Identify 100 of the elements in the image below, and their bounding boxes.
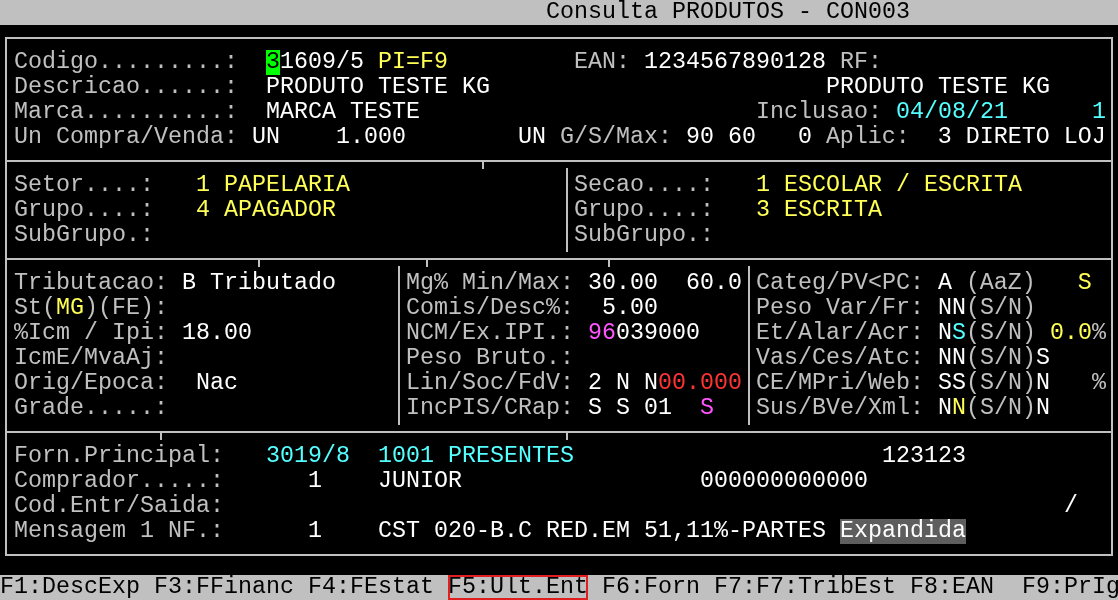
field-value: Nac (195, 371, 238, 396)
field-value: 90 60 (685, 125, 756, 150)
field-value: 1 (1091, 100, 1106, 125)
field-label: % (1091, 371, 1106, 396)
field-label: SubGrupo.: (573, 223, 714, 248)
field-label: (S/N) (965, 321, 1036, 346)
function-key[interactable]: F1:DescExp (0, 575, 140, 600)
field-label: )(FE): (84, 296, 168, 321)
field-label: Descricao......: (14, 75, 238, 100)
field-value: 039000 (615, 321, 700, 346)
field-value: S S 01 (587, 396, 672, 421)
field-label: Aplic: (825, 125, 910, 150)
field-label: Sus/BVe/Xml: (755, 396, 924, 421)
field-label: SubGrupo.: (14, 223, 154, 248)
field-value: 1 (307, 519, 322, 544)
field-label: Setor....: (14, 173, 154, 198)
field-value: 000000000000 (699, 469, 868, 494)
field-value: 123123 (881, 444, 966, 469)
field-value: S (699, 396, 714, 421)
function-key[interactable]: F4:FEstat (307, 575, 434, 600)
field-value: 00.000 (657, 371, 742, 396)
field-label: IcmE/MvaAj: (14, 346, 168, 371)
field-label: Forn.Principal: (14, 444, 224, 469)
field-value: 3 DIRETO LOJ (937, 125, 1106, 150)
field-label: Grupo....: (573, 198, 714, 223)
field-label: Comprador.....: (14, 469, 224, 494)
field-value: MARCA TESTE (265, 100, 420, 125)
field-value: 1 (307, 469, 322, 494)
field-value: N (1035, 396, 1050, 421)
function-key[interactable]: F5:Ult.Ent (447, 575, 588, 600)
function-key[interactable]: F8:EAN (909, 575, 994, 600)
field-label: Comis/Desc%: (405, 296, 574, 321)
field-value: 3 ESCRITA (755, 198, 882, 223)
field-value: 96 (587, 321, 616, 346)
field-label: Peso Var/Fr: (755, 296, 924, 321)
field-value: 1.000 (335, 125, 406, 150)
field-value: SS (937, 371, 966, 396)
field-value: 60.0 (685, 271, 742, 296)
field-value: PRODUTO TESTE KG (825, 75, 1050, 100)
field-value: 0 (797, 125, 812, 150)
field-label: Peso Bruto.: (405, 346, 574, 371)
field-label: Inclusao: (755, 100, 882, 125)
field-value: UN (517, 125, 546, 150)
field-value: 4 APAGADOR (195, 198, 336, 223)
cursor-value: 3 (265, 50, 280, 75)
field-value: S (1077, 271, 1092, 296)
field-value: 1001 PRESENTES (377, 444, 574, 469)
field-label: Orig/Epoca: (14, 371, 168, 396)
field-value: PRODUTO TESTE KG (265, 75, 490, 100)
field-value: 1234567890128 (643, 50, 826, 75)
field-label: Grade.....: (14, 396, 168, 421)
field-value: 1 ESCOLAR / ESCRITA (755, 173, 1022, 198)
field-label: Marca..........: (14, 100, 238, 125)
field-label: IncPIS/CRap: (405, 396, 574, 421)
function-key[interactable]: F3:FFinanc (154, 575, 294, 600)
field-label: Vas/Ces/Atc: (755, 346, 924, 371)
field-value: 1 PAPELARIA (195, 173, 350, 198)
field-label: Un Compra/Venda: (14, 125, 238, 150)
field-value: PI=F9 (377, 50, 448, 75)
field-label: EAN: (573, 50, 630, 75)
field-value: CST 020-B.C RED.EM 51,11%-PARTES (377, 519, 826, 544)
field-label: St( (14, 296, 56, 321)
field-value: 5.00 (601, 296, 658, 321)
field-value: S (1035, 346, 1050, 371)
field-label: %Icm / Ipi: (14, 321, 168, 346)
field-label: Lin/Soc/FdV: (405, 371, 574, 396)
field-value: 18.00 (181, 321, 252, 346)
field-value: 0.0 (1049, 321, 1092, 346)
field-value: MG (56, 296, 84, 321)
field-label: Categ/PV<PC: (755, 271, 924, 296)
field-value: NN (937, 346, 966, 371)
field-value: N (1035, 371, 1050, 396)
function-key[interactable]: F7:F7:TribEst (713, 575, 896, 600)
function-key[interactable]: F9:PrIg (1021, 575, 1118, 600)
field-label: NCM/Ex.IPI.: (405, 321, 574, 346)
field-value: 1609/5 (279, 50, 364, 75)
field-value: / (1063, 494, 1078, 519)
window-title: Consulta PRODUTOS - CON003 (545, 0, 910, 25)
field-label: G/S/Max: (559, 125, 672, 150)
field-value: B Tributado (181, 271, 336, 296)
field-value: 3019/8 (265, 444, 350, 469)
field-label: % (1091, 321, 1106, 346)
function-key[interactable]: F6:Forn (601, 575, 700, 600)
field-label: Mg% Min/Max: (405, 271, 574, 296)
highlighted-value: Expandida (839, 519, 966, 544)
field-label: (AaZ) (965, 271, 1036, 296)
field-value: JUNIOR (377, 469, 462, 494)
field-label: Mensagem 1 NF.: (14, 519, 224, 544)
field-label: Secao....: (573, 173, 714, 198)
field-value: A (937, 271, 952, 296)
field-label: CE/MPri/Web: (755, 371, 924, 396)
field-label: Tributacao: (14, 271, 168, 296)
field-value: S (951, 321, 966, 346)
field-label: RF: (839, 50, 882, 75)
field-label: (S/N) (965, 296, 1036, 321)
field-value: 30.00 (587, 271, 658, 296)
field-value: N (951, 396, 966, 421)
field-value: 2 N N (587, 371, 658, 396)
field-label: (S/N) (965, 371, 1036, 396)
field-label: Et/Alar/Acr: (755, 321, 924, 346)
